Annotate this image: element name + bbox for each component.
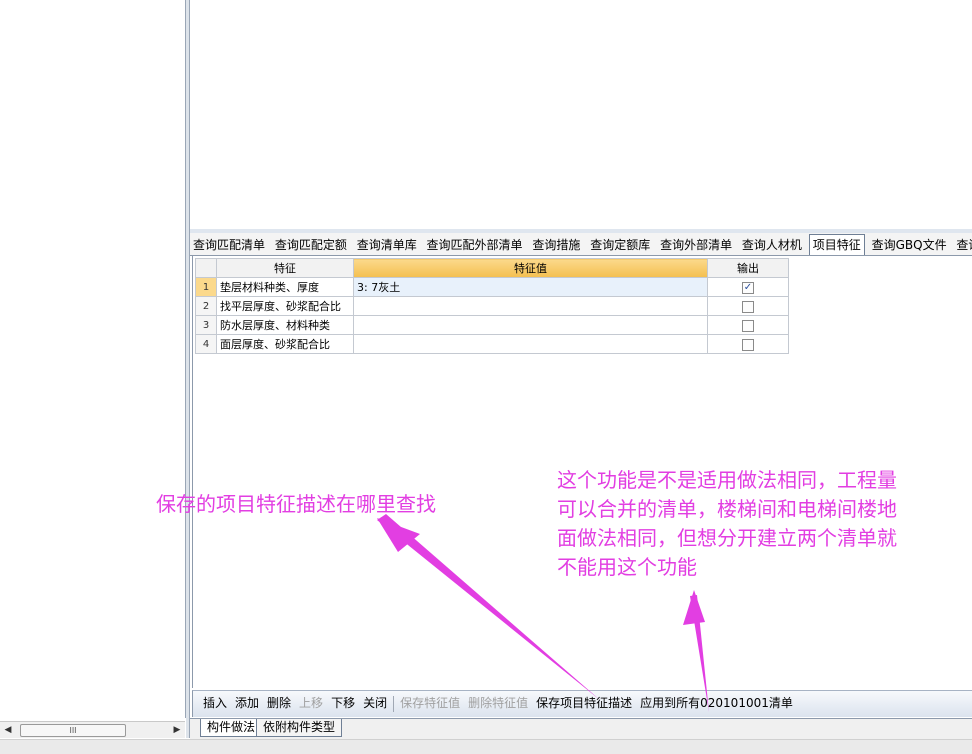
tab-query-gbq-file[interactable]: 查询GBQ文件 [869, 235, 950, 255]
tab-item-features[interactable]: 项目特征 [808, 234, 865, 255]
output-checkbox[interactable] [742, 300, 754, 313]
output-cell [707, 315, 789, 335]
close-button[interactable]: 关闭 [359, 691, 391, 715]
tab-query-measures[interactable]: 查询措施 [529, 235, 583, 255]
annotation-comment-line: 这个功能是不是适用做法相同，工程量 [557, 468, 897, 492]
feature-column-header[interactable]: 特征 [216, 258, 354, 278]
feature-cell[interactable]: 面层厚度、砂浆配合比 [216, 334, 354, 354]
delete-button[interactable]: 删除 [263, 691, 295, 715]
annotation-comment: 这个功能是不是适用做法相同，工程量 可以合并的清单，楼梯间和电梯间楼地 面做法相… [557, 466, 972, 582]
output-cell [707, 296, 789, 316]
table-row[interactable]: 2 找平层厚度、砂浆配合比 [195, 296, 789, 316]
output-checkbox[interactable]: ✓ [742, 281, 754, 294]
feature-value-cell[interactable]: 3: 7灰土 [353, 277, 708, 297]
insert-button[interactable]: 插入 [199, 691, 231, 715]
feature-value-cell[interactable] [353, 334, 708, 354]
feature-value-cell[interactable] [353, 296, 708, 316]
row-number: 4 [195, 334, 217, 354]
tab-query-match-list[interactable]: 查询匹配清单 [190, 235, 268, 255]
feature-cell[interactable]: 找平层厚度、砂浆配合比 [216, 296, 354, 316]
table-row[interactable]: 3 防水层厚度、材料种类 [195, 315, 789, 335]
save-feature-value-button[interactable]: 保存特征值 [396, 691, 464, 715]
annotation-comment-line: 可以合并的清单，楼梯间和电梯间楼地 [557, 497, 897, 521]
feature-grid: 特征 特征值 输出 1 垫层材料种类、厚度 3: 7灰土 ✓ 2 找平层厚度、砂… [195, 258, 789, 354]
tab-component-method[interactable]: 构件做法 [200, 719, 263, 737]
row-number: 2 [195, 296, 217, 316]
apply-to-all-lists-button[interactable]: 应用到所有020101001清单 [636, 691, 797, 715]
query-tab-bar: 查询匹配清单 查询匹配定额 查询清单库 查询匹配外部清单 查询措施 查询定额库 … [190, 233, 972, 256]
grid-header-row: 特征 特征值 输出 [195, 258, 789, 278]
left-tree-pane [0, 0, 186, 718]
tab-query-labor-material-machine[interactable]: 查询人材机 [739, 235, 805, 255]
output-checkbox[interactable] [742, 319, 754, 332]
annotation-comment-line: 面做法相同，但想分开建立两个清单就 [557, 526, 897, 550]
row-number: 1 [195, 277, 217, 297]
row-number-header [195, 258, 217, 278]
annotation-question: 保存的项目特征描述在哪里查找 [156, 492, 436, 516]
row-number: 3 [195, 315, 217, 335]
scroll-left-arrow-icon[interactable]: ◀ [0, 722, 16, 738]
add-button[interactable]: 添加 [231, 691, 263, 715]
tab-attached-component-type[interactable]: 依附构件类型 [256, 719, 343, 737]
annotation-comment-line: 不能用这个功能 [557, 555, 697, 579]
output-column-header[interactable]: 输出 [707, 258, 789, 278]
table-row[interactable]: 1 垫层材料种类、厚度 3: 7灰土 ✓ [195, 277, 789, 297]
tab-query-item-features[interactable]: 查询项目特 [953, 235, 972, 255]
output-checkbox[interactable] [742, 338, 754, 351]
scroll-right-arrow-icon[interactable]: ▶ [169, 722, 185, 738]
status-bar [0, 739, 972, 754]
toolbar-separator [393, 695, 395, 712]
scrollbar-thumb[interactable]: III [20, 724, 126, 737]
delete-feature-value-button[interactable]: 删除特征值 [464, 691, 532, 715]
tab-query-quota-library[interactable]: 查询定额库 [587, 235, 653, 255]
upper-content-area [190, 0, 972, 230]
tab-query-match-external-list[interactable]: 查询匹配外部清单 [424, 235, 526, 255]
tab-query-list-library[interactable]: 查询清单库 [354, 235, 420, 255]
output-cell: ✓ [707, 277, 789, 297]
feature-value-column-header[interactable]: 特征值 [353, 258, 708, 278]
move-down-button[interactable]: 下移 [327, 691, 359, 715]
right-pane: 查询匹配清单 查询匹配定额 查询清单库 查询匹配外部清单 查询措施 查询定额库 … [190, 0, 972, 739]
tab-query-match-quota[interactable]: 查询匹配定额 [272, 235, 350, 255]
feature-cell[interactable]: 防水层厚度、材料种类 [216, 315, 354, 335]
bottom-tab-bar: 构件做法 依附构件类型 [190, 718, 972, 739]
left-horizontal-scrollbar[interactable]: ◀ III ▶ [0, 721, 185, 738]
save-item-feature-description-button[interactable]: 保存项目特征描述 [532, 691, 636, 715]
output-cell [707, 334, 789, 354]
feature-cell[interactable]: 垫层材料种类、厚度 [216, 277, 354, 297]
tab-query-external-list[interactable]: 查询外部清单 [657, 235, 735, 255]
move-up-button[interactable]: 上移 [295, 691, 327, 715]
feature-toolbar: 插入 添加 删除 上移 下移 关闭 保存特征值 删除特征值 保存项目特征描述 应用到所有02010… [192, 690, 972, 717]
table-row[interactable]: 4 面层厚度、砂浆配合比 [195, 334, 789, 354]
feature-value-cell[interactable] [353, 315, 708, 335]
